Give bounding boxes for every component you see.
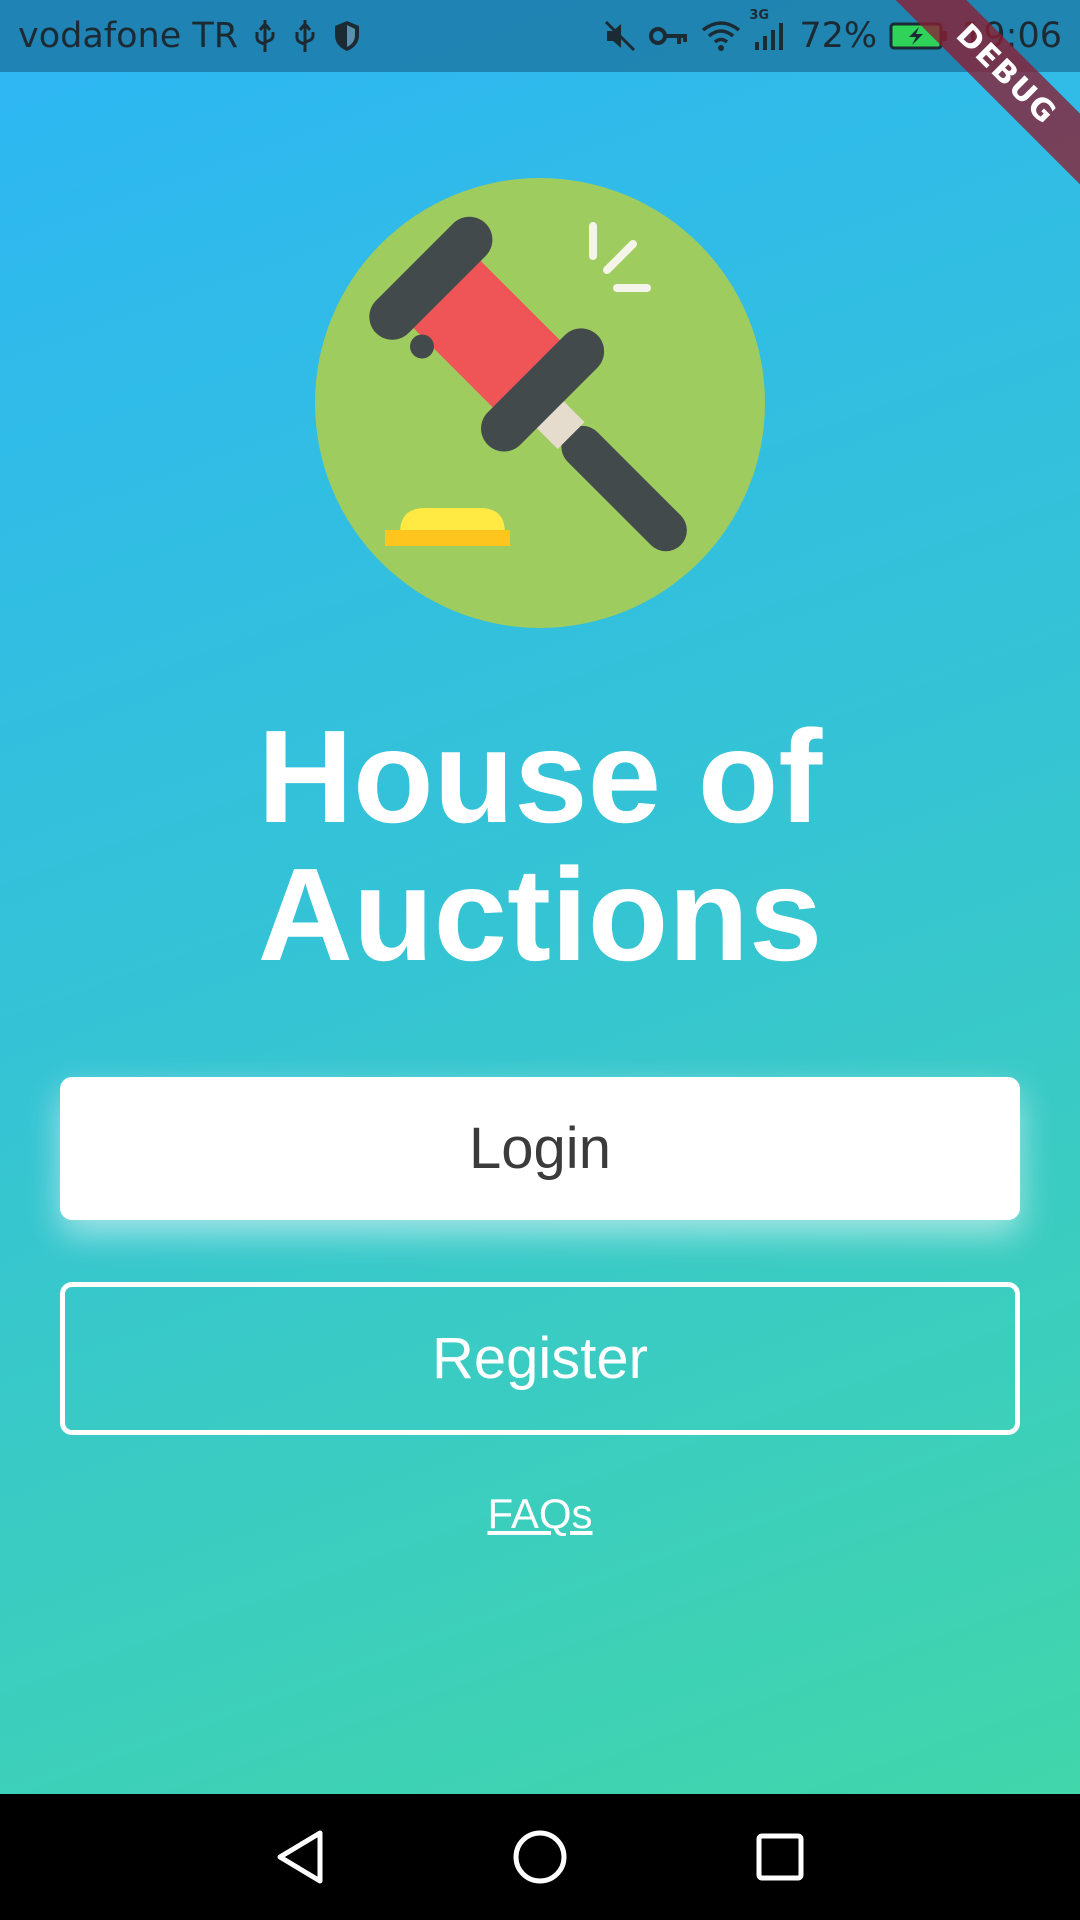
status-left: vodafone TR (18, 16, 362, 56)
recents-icon (756, 1833, 804, 1881)
usb-icon (292, 18, 318, 54)
home-icon (513, 1830, 567, 1884)
usb-icon (252, 18, 278, 54)
signal-icon: 3G (749, 8, 787, 52)
app-title: House of Auctions (0, 708, 1080, 984)
faqs-container: FAQs (0, 1490, 1080, 1538)
mute-icon (603, 19, 637, 53)
vpn-key-icon (649, 24, 689, 48)
faqs-link[interactable]: FAQs (487, 1490, 592, 1537)
title-line-2: Auctions (257, 841, 823, 988)
shield-icon (332, 19, 362, 53)
register-button[interactable]: Register (60, 1282, 1020, 1435)
battery-percent: 72% (799, 16, 878, 56)
gavel-icon (315, 178, 765, 628)
app-logo (315, 178, 765, 628)
title-line-1: House of (257, 703, 823, 850)
screen: vodafone TR 3G 72% 19:06 DEBUG House of … (0, 0, 1080, 1920)
navigation-bar (0, 1794, 1080, 1920)
recents-button[interactable] (745, 1822, 815, 1892)
carrier-name: vodafone TR (18, 16, 239, 56)
back-button[interactable] (265, 1822, 335, 1892)
back-icon (277, 1830, 323, 1884)
home-button[interactable] (505, 1822, 575, 1892)
network-type: 3G (749, 8, 770, 23)
wifi-icon (701, 20, 741, 52)
login-button[interactable]: Login (60, 1077, 1020, 1220)
